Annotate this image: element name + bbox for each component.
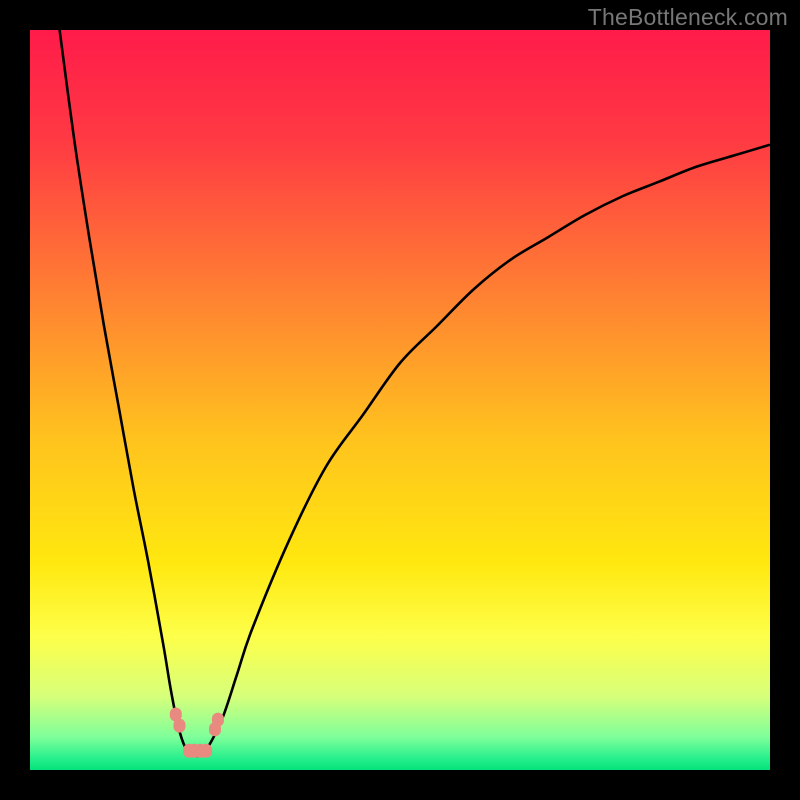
marker-point [200, 744, 212, 758]
marker-point [212, 713, 224, 727]
curve-layer [30, 30, 770, 770]
plot-area [30, 30, 770, 770]
marker-point [173, 719, 185, 733]
chart-stage: TheBottleneck.com [0, 0, 800, 800]
watermark-label: TheBottleneck.com [588, 4, 788, 31]
marker-group [170, 708, 224, 758]
bottleneck-curve [60, 30, 770, 756]
